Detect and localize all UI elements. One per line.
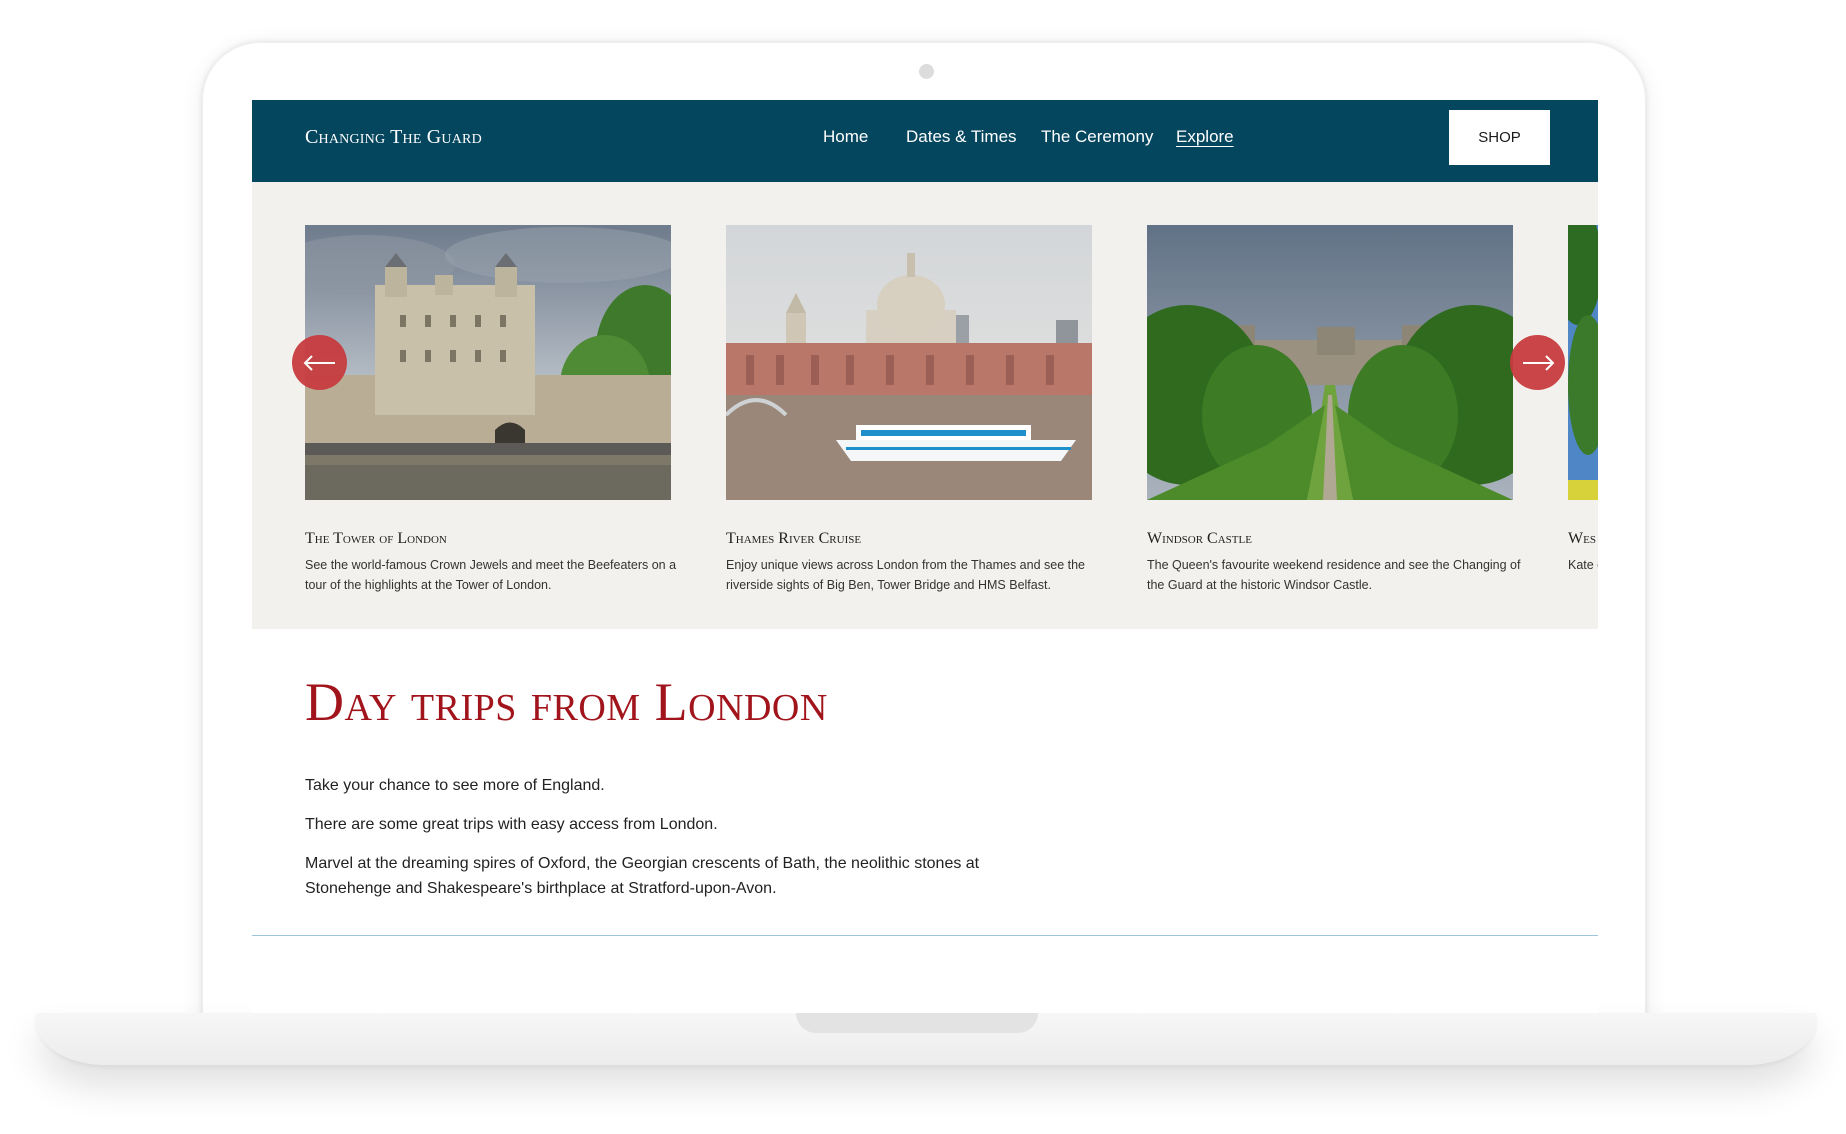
windsor-castle-image[interactable]	[1147, 225, 1513, 500]
card-description: Kate churc	[1568, 558, 1598, 572]
nav-link-dates-times[interactable]: Dates & Times	[906, 127, 1017, 147]
site-brand-logo[interactable]: Changing The Guard	[305, 126, 482, 149]
carousel-prev-button[interactable]	[292, 335, 347, 390]
card-description: The Queen's favourite weekend residence …	[1147, 558, 1521, 592]
section-divider	[252, 935, 1598, 936]
arrow-right-icon	[1522, 354, 1554, 371]
intro-paragraph: Take your chance to see more of England.	[305, 777, 605, 794]
nav-link-the-ceremony[interactable]: The Ceremony	[1041, 127, 1153, 147]
card-title[interactable]: Thames River Cruise	[726, 530, 1092, 548]
card-title[interactable]: Windsor Castle	[1147, 530, 1513, 548]
page-title: Day trips from London	[305, 672, 828, 732]
shop-button[interactable]: SHOP	[1449, 110, 1550, 165]
card-description: See the world-famous Crown Jewels and me…	[305, 558, 677, 592]
partial-card-image[interactable]	[1568, 225, 1598, 500]
laptop-base-notch	[796, 1013, 1038, 1033]
main-content: Day trips from London Take your chance t…	[305, 670, 1205, 897]
access-paragraph: There are some great trips with easy acc…	[305, 816, 718, 833]
nav-link-explore[interactable]: Explore	[1176, 127, 1234, 147]
destinations-paragraph: Marvel at the dreaming spires of Oxford,…	[305, 855, 980, 897]
top-navigation: Changing The Guard Home Dates & Times Th…	[252, 100, 1598, 182]
attractions-carousel: The Tower of London See the world-famous…	[252, 182, 1598, 629]
card-title[interactable]: The Tower of London	[305, 530, 671, 548]
tower-of-london-image[interactable]	[305, 225, 671, 500]
webcam	[919, 64, 934, 79]
card-title[interactable]: Wes	[1568, 530, 1598, 548]
nav-link-home[interactable]: Home	[823, 127, 868, 147]
carousel-next-button[interactable]	[1510, 335, 1565, 390]
card-description: Enjoy unique views across London from th…	[726, 558, 1086, 592]
arrow-left-icon	[303, 354, 335, 371]
browser-viewport: Changing The Guard Home Dates & Times Th…	[252, 100, 1598, 1013]
thames-river-cruise-image[interactable]	[726, 225, 1092, 500]
